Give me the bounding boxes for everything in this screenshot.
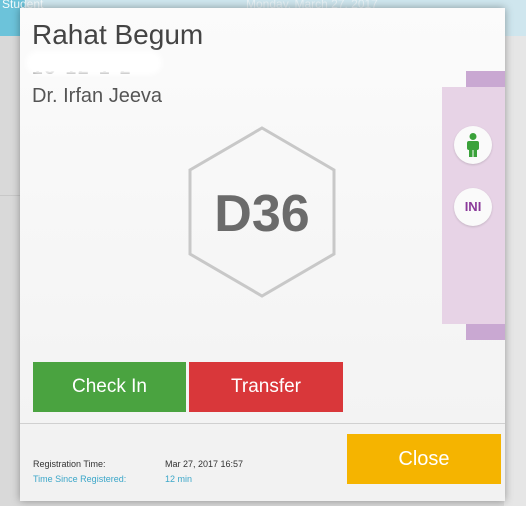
time-since-registered-value: 12 min — [165, 474, 193, 484]
transfer-button[interactable]: Transfer — [189, 362, 343, 412]
close-button[interactable]: Close — [347, 434, 501, 484]
redaction-mask — [30, 55, 158, 71]
patient-gender-button[interactable] — [454, 126, 492, 164]
background-right-strip — [504, 36, 526, 506]
patient-card: Rahat Begum 15-12-1-2 Dr. Irfan Jeeva D3… — [20, 8, 505, 424]
ini-label: INI — [464, 199, 482, 214]
check-in-button[interactable]: Check In — [33, 362, 186, 412]
bed-hexagon: D36 — [187, 126, 337, 298]
time-since-registered-label: Time Since Registered: — [33, 474, 127, 484]
patient-name: Rahat Begum — [32, 19, 204, 50]
ini-button[interactable]: INI — [454, 188, 492, 226]
registration-time-label: Registration Time: — [33, 459, 106, 469]
registration-time-value: Mar 27, 2017 16:57 — [165, 459, 244, 469]
person-icon — [467, 133, 479, 157]
doctor-name: Dr. Irfan Jeeva — [32, 85, 163, 107]
bed-code: D36 — [214, 185, 310, 243]
patient-modal: Rahat Begum 15-12-1-2 Dr. Irfan Jeeva D3… — [20, 8, 505, 501]
